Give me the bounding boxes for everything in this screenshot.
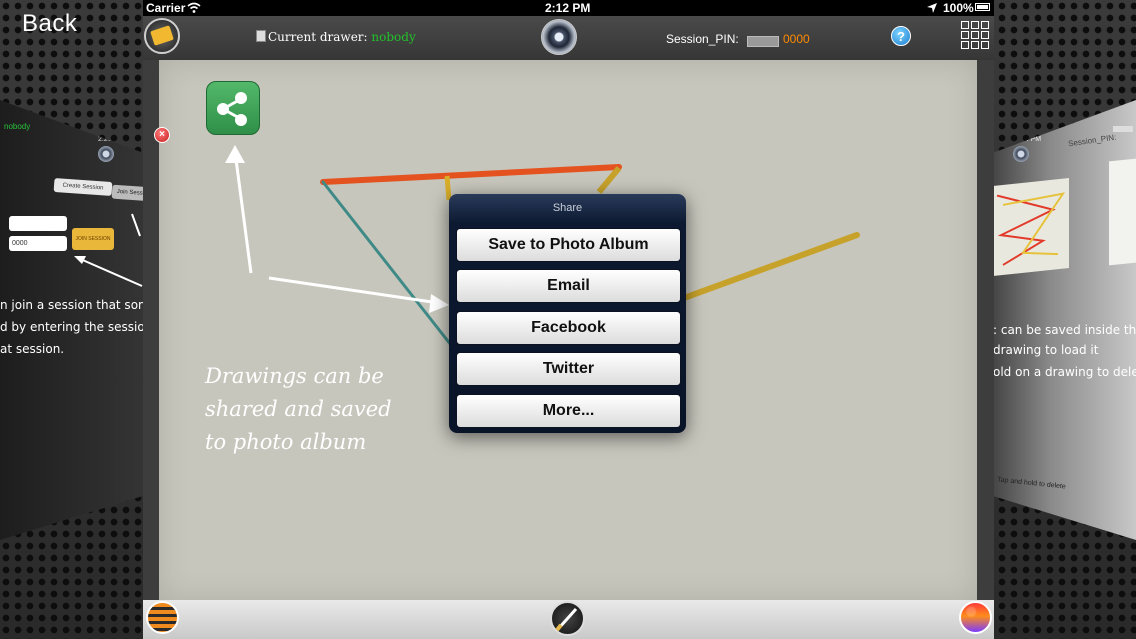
left-create-session-tab[interactable]: Create Session bbox=[53, 177, 113, 197]
left-create-session-label: Create Session bbox=[62, 182, 104, 192]
left-drawer-value: nobody bbox=[4, 122, 31, 131]
right-time: 1:04 PM bbox=[1015, 136, 1042, 143]
battery-icon bbox=[975, 3, 990, 11]
folder-button[interactable] bbox=[144, 18, 180, 54]
share-dialog: Share Save to Photo Album Email Facebook… bbox=[449, 194, 686, 433]
left-help-line-2: d by entering the session nam bbox=[0, 320, 143, 334]
stroke-orange bbox=[320, 164, 622, 185]
main-app-screen: Carrier 2:12 PM 100% Current drawer: nob… bbox=[143, 0, 994, 639]
drawer-device-icon bbox=[256, 30, 266, 42]
annotation-line-2: shared and saved bbox=[205, 397, 392, 421]
left-arrow-icon-2 bbox=[131, 213, 141, 237]
left-join-button[interactable]: JOIN SESSION bbox=[72, 228, 114, 250]
status-time: 2:12 PM bbox=[545, 1, 591, 15]
folder-icon bbox=[150, 25, 174, 46]
session-pin-label: Session_PIN: bbox=[666, 32, 739, 46]
right-help-line-2: drawing to load it bbox=[993, 343, 1099, 357]
top-toolbar: Current drawer: nobody Session_PIN: 0000… bbox=[143, 16, 994, 60]
stroke-yellow-3 bbox=[681, 232, 860, 301]
brush-glyph bbox=[555, 607, 578, 632]
right-preview-panel[interactable]: 1:04 PM Session_PIN: : can be saved insi… bbox=[993, 100, 1136, 540]
drawer-status: Current drawer: nobody bbox=[256, 30, 416, 44]
email-button[interactable]: Email bbox=[456, 269, 681, 303]
brush-icon[interactable] bbox=[550, 601, 585, 636]
grid-menu-icon[interactable] bbox=[961, 21, 989, 49]
battery-percent: 100% bbox=[943, 1, 974, 15]
current-drawer-label: Current drawer: bbox=[268, 30, 368, 44]
right-tap-hold-label: Tap and hold to delete bbox=[996, 476, 1067, 491]
left-join-session-tab[interactable]: Join Sessio bbox=[111, 184, 143, 202]
bottom-toolbar bbox=[143, 600, 994, 639]
annotation-line-1: Drawings can be bbox=[205, 364, 384, 388]
left-help-line-1: n join a session that someone bbox=[0, 298, 143, 312]
help-button[interactable]: ? bbox=[891, 26, 911, 46]
left-preview-panel[interactable]: nobody 2:20 PM Create Session Join Sessi… bbox=[0, 100, 143, 540]
camera-button[interactable] bbox=[541, 19, 577, 55]
session-pin-value: 0000 bbox=[783, 32, 810, 46]
right-help-line-3: old on a drawing to delete it bbox=[993, 365, 1136, 379]
annotation-arrow-right bbox=[268, 276, 440, 305]
color-picker-icon[interactable] bbox=[959, 601, 992, 634]
carrier-label: Carrier bbox=[146, 1, 186, 15]
left-help-line-3: at session. bbox=[0, 342, 65, 356]
facebook-button[interactable]: Facebook bbox=[456, 311, 681, 345]
annotation-text: Drawings can be shared and saved to phot… bbox=[205, 360, 392, 459]
right-help-line-1: : can be saved inside the app bbox=[993, 323, 1136, 337]
stroke-yellow-1 bbox=[444, 175, 452, 201]
line-width-icon[interactable] bbox=[146, 601, 179, 634]
close-icon[interactable]: × bbox=[154, 127, 170, 143]
save-to-photo-album-button[interactable]: Save to Photo Album bbox=[456, 228, 681, 262]
stroke-yellow-2 bbox=[596, 166, 622, 194]
annotation-arrowhead-up bbox=[225, 145, 245, 163]
right-camera-icon bbox=[1013, 146, 1029, 162]
left-join-button-label: JOIN SESSION bbox=[75, 236, 111, 242]
right-thumbnail-scribble bbox=[996, 192, 1066, 266]
more-button[interactable]: More... bbox=[456, 394, 681, 428]
wifi-icon bbox=[187, 2, 201, 13]
current-drawer-value: nobody bbox=[371, 30, 416, 44]
left-arrow-icon bbox=[74, 256, 143, 287]
right-session-pin-label: Session_PIN: bbox=[1067, 132, 1117, 149]
right-drawing-thumbnail-1[interactable] bbox=[993, 178, 1069, 276]
left-join-session-label: Join Sessio bbox=[116, 188, 143, 198]
left-session-name-field[interactable] bbox=[9, 216, 67, 231]
session-pin-field[interactable] bbox=[747, 36, 779, 47]
annotation-line-3: to photo album bbox=[205, 430, 367, 454]
right-pin-field bbox=[1113, 126, 1133, 132]
status-bar: Carrier 2:12 PM 100% bbox=[143, 0, 994, 16]
share-dialog-title: Share bbox=[552, 202, 583, 214]
annotation-arrow-up bbox=[233, 151, 253, 274]
left-time: 2:20 PM bbox=[98, 136, 125, 143]
right-drawing-thumbnail-2[interactable] bbox=[1109, 158, 1136, 266]
left-pin-field[interactable]: 0000 bbox=[9, 236, 67, 251]
annotation-arrowhead-right bbox=[429, 294, 449, 313]
left-pin-value: 0000 bbox=[12, 240, 28, 247]
help-icon: ? bbox=[897, 29, 905, 44]
back-button[interactable]: Back bbox=[22, 10, 77, 38]
twitter-button[interactable]: Twitter bbox=[456, 352, 681, 386]
left-camera-icon bbox=[98, 146, 114, 162]
stroke-teal bbox=[321, 180, 453, 347]
location-arrow-icon bbox=[927, 3, 937, 13]
